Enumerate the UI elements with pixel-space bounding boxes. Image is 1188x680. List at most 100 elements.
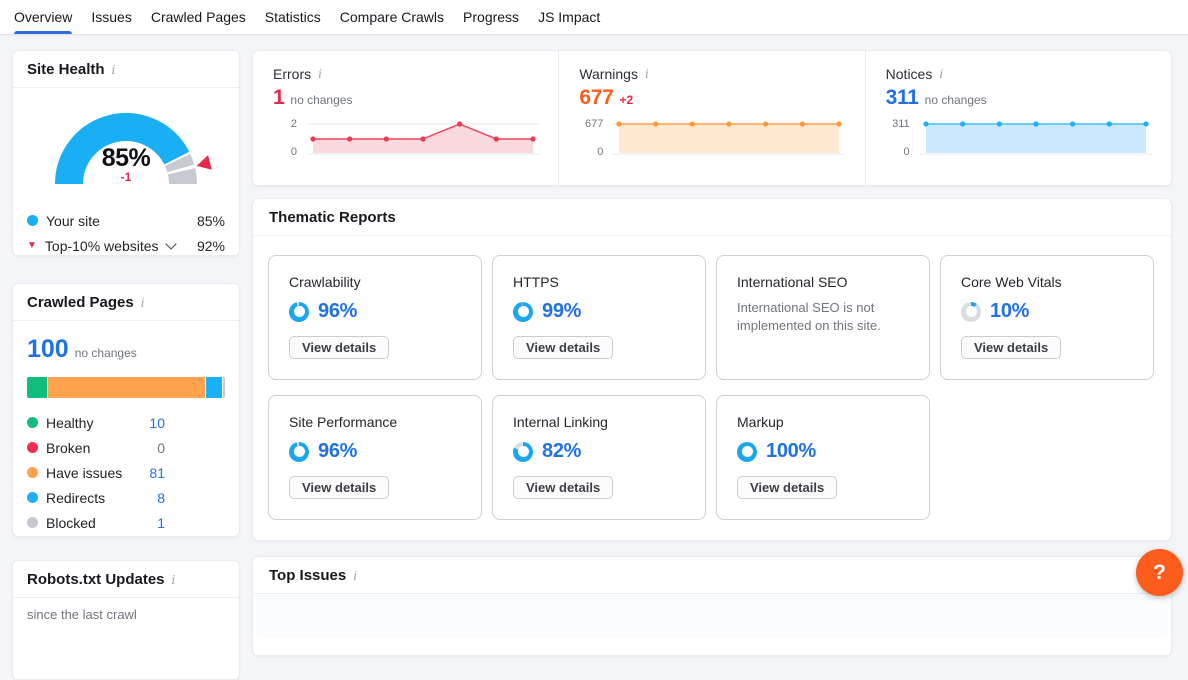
y-axis-max-label: 311 <box>892 118 910 130</box>
robots-txt-text: since the last crawl <box>13 598 239 631</box>
crawled-pages-stacked-bar <box>27 377 225 398</box>
legend-value: 92% <box>197 238 225 254</box>
score-donut-icon <box>513 442 533 462</box>
thematic-card-site-performance: Site Performance 96% View details <box>268 395 482 520</box>
legend-row-healthy: Healthy10 <box>27 410 165 435</box>
info-icon[interactable]: i <box>353 570 357 582</box>
thematic-card-core-web-vitals: Core Web Vitals 10% View details <box>940 255 1154 380</box>
legend-row-redirects: Redirects 8 <box>27 485 165 510</box>
thematic-card-title: Core Web Vitals <box>961 274 1133 290</box>
y-axis-zero-label: 0 <box>291 146 297 158</box>
legend-count: 0 <box>157 440 165 456</box>
site-health-card: Site Health i 85% -1 Your site 85% ▼ Top… <box>12 50 240 256</box>
metric-title: Warnings <box>579 66 638 82</box>
help-button[interactable]: ? <box>1136 549 1183 596</box>
info-icon[interactable]: i <box>172 574 176 586</box>
legend-row-your-site: Your site 85% <box>27 208 225 233</box>
thematic-card-percent: 96% <box>318 440 357 463</box>
gauge-chart <box>31 92 221 200</box>
tab-crawled-pages[interactable]: Crawled Pages <box>151 0 246 34</box>
score-donut-icon <box>289 442 309 462</box>
thematic-card-title: International SEO <box>737 274 909 290</box>
info-icon[interactable]: i <box>318 68 322 80</box>
thematic-grid: Crawlability96%View detailsHTTPS99%View … <box>253 236 1171 539</box>
legend-value: 85% <box>197 213 225 229</box>
legend-count[interactable]: 1 <box>157 515 165 531</box>
thematic-card-international-seo: International SEOInternational SEO is no… <box>716 255 930 380</box>
thematic-card-title: Crawlability <box>289 274 461 290</box>
robots-txt-card: Robots.txt Updates i since the last craw… <box>12 560 240 680</box>
tab-statistics[interactable]: Statistics <box>265 0 321 34</box>
tab-compare-crawls[interactable]: Compare Crawls <box>340 0 444 34</box>
blocked-dot-icon <box>27 517 38 528</box>
legend-row-top10: ▼ Top-10% websites 92% <box>27 233 225 258</box>
bar-segment-have-issues <box>48 377 206 398</box>
y-axis-max-label: 677 <box>585 118 603 130</box>
view-details-button[interactable]: View details <box>961 336 1061 359</box>
legend-label: Your site <box>46 213 100 229</box>
thematic-card-title: Internal Linking <box>513 414 685 430</box>
thematic-card-markup: Markup100%View details <box>716 395 930 520</box>
y-axis-max-label: 2 <box>291 118 297 130</box>
metric-value: 677 <box>579 86 613 110</box>
metric-sparkline: 677 0 <box>579 119 848 159</box>
legend-count[interactable]: 81 <box>149 465 165 481</box>
legend-row-blocked: Blocked 1 <box>27 510 165 535</box>
info-icon[interactable]: i <box>645 68 649 80</box>
view-details-button[interactable]: View details <box>737 476 837 499</box>
thematic-card-percent: 99% <box>542 300 581 323</box>
tab-overview[interactable]: Overview <box>14 0 72 34</box>
top-nav: Overview Issues Crawled Pages Statistics Com… <box>0 0 1188 35</box>
thematic-card-percent: 100% <box>766 440 816 463</box>
view-details-button[interactable]: View details <box>513 336 613 359</box>
y-axis-zero-label: 0 <box>597 146 603 158</box>
thematic-card-title: Site Performance <box>289 414 461 430</box>
tab-issues[interactable]: Issues <box>91 0 131 34</box>
thematic-card-https: HTTPS99%View details <box>492 255 706 380</box>
redirects-dot-icon <box>27 492 38 503</box>
thematic-card-percent: 82% <box>542 440 581 463</box>
legend-row-broken: Broken0 <box>27 435 165 460</box>
metrics-strip-card: Errorsi1no changes20Warningsi677+26770No… <box>252 50 1172 186</box>
thematic-reports-card: Thematic Reports Crawlability 96% View det… <box>252 198 1172 541</box>
legend-count[interactable]: 8 <box>157 490 165 506</box>
nav-tabs: Overview Issues Crawled Pages Statistics Com… <box>0 0 1188 34</box>
thematic-reports-title: Thematic Reports <box>269 209 396 226</box>
top-issues-title: Top Issues <box>269 567 346 584</box>
legend-count[interactable]: 10 <box>149 415 165 431</box>
top-issues-card: Top Issues i <box>252 556 1172 656</box>
tab-js-impact[interactable]: JS Impact <box>538 0 600 34</box>
legend-row-have-issues: Have issues 81 <box>27 460 165 485</box>
site-health-legend: Your site 85% ▼ Top-10% websites 92% <box>13 204 239 258</box>
crawled-pages-title: Crawled Pages <box>27 294 134 311</box>
legend-label: Redirects <box>46 490 105 506</box>
metric-errors: Errorsi1no changes20 <box>253 51 558 185</box>
triangle-down-icon: ▼ <box>27 241 37 251</box>
view-details-button[interactable]: View details <box>289 336 389 359</box>
view-details-button[interactable]: View details <box>513 476 613 499</box>
healthy-dot-icon <box>27 417 38 428</box>
score-donut-icon <box>737 442 757 462</box>
metric-title: Notices <box>886 66 933 82</box>
chevron-down-icon[interactable] <box>165 238 176 249</box>
legend-label: Have issues <box>46 465 122 481</box>
crawled-pages-change: no changes <box>75 346 137 360</box>
view-details-button[interactable]: View details <box>289 476 389 499</box>
metrics-row: Errorsi1no changes20Warningsi677+26770No… <box>253 51 1171 185</box>
metric-sparkline: 311 0 <box>886 119 1155 159</box>
score-donut-icon <box>961 302 981 322</box>
score-donut-icon <box>513 302 533 322</box>
legend-label: Top-10% websites <box>45 238 159 254</box>
tab-progress[interactable]: Progress <box>463 0 519 34</box>
info-icon[interactable]: i <box>112 64 116 76</box>
bar-segment-redirects <box>206 377 222 398</box>
blue-dot-icon <box>27 215 38 226</box>
metric-sparkline: 20 <box>273 119 542 159</box>
legend-label: Blocked <box>46 515 96 531</box>
thematic-card-percent: 10% <box>990 300 1029 323</box>
metric-title: Errors <box>273 66 311 82</box>
info-icon[interactable]: i <box>141 297 145 309</box>
info-icon[interactable]: i <box>939 68 943 80</box>
y-axis-zero-label: 0 <box>904 146 910 158</box>
metric-change: no changes <box>290 93 352 107</box>
